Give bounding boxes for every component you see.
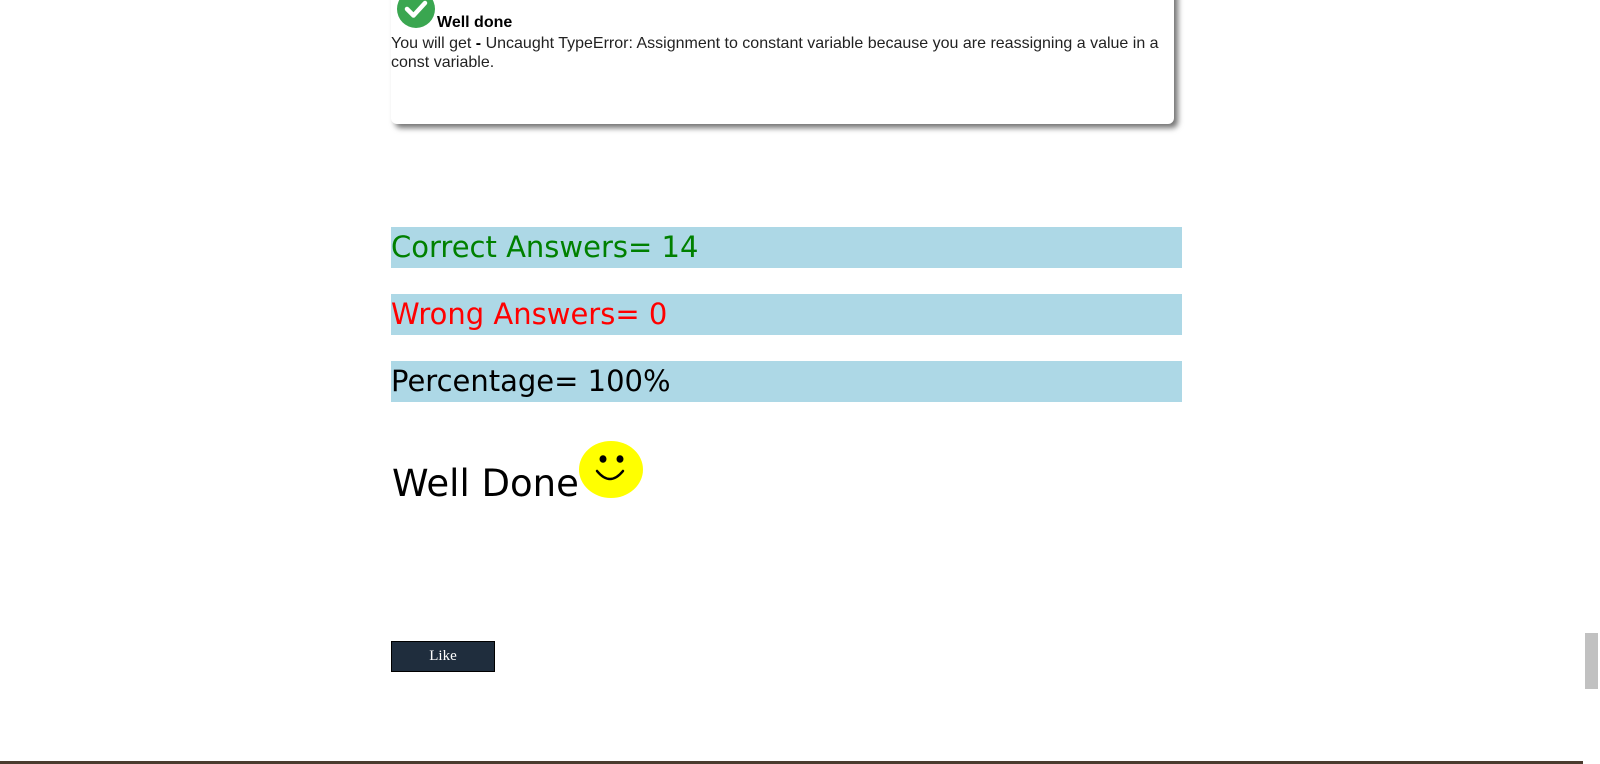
feedback-text-body: Uncaught TypeError: Assignment to consta…: [391, 35, 1159, 71]
check-icon: [397, 0, 435, 28]
feedback-text-prefix: You will get: [391, 35, 476, 52]
feedback-title: Well done: [437, 14, 513, 31]
correct-answers-bar: Correct Answers= 14: [391, 227, 1182, 268]
percentage-bar: Percentage= 100%: [391, 361, 1182, 402]
wrong-answers-bar: Wrong Answers= 0: [391, 294, 1182, 335]
quiz-results-page: Well done You will get - Uncaught TypeEr…: [0, 0, 1600, 764]
well-done-heading: Well Done: [392, 462, 579, 505]
like-button[interactable]: Like: [391, 641, 495, 672]
vertical-scrollbar[interactable]: [1583, 0, 1600, 764]
scrollbar-thumb[interactable]: [1585, 633, 1598, 689]
smiley-face-icon: [579, 441, 643, 498]
feedback-text: You will get - Uncaught TypeError: Assig…: [391, 34, 1171, 72]
